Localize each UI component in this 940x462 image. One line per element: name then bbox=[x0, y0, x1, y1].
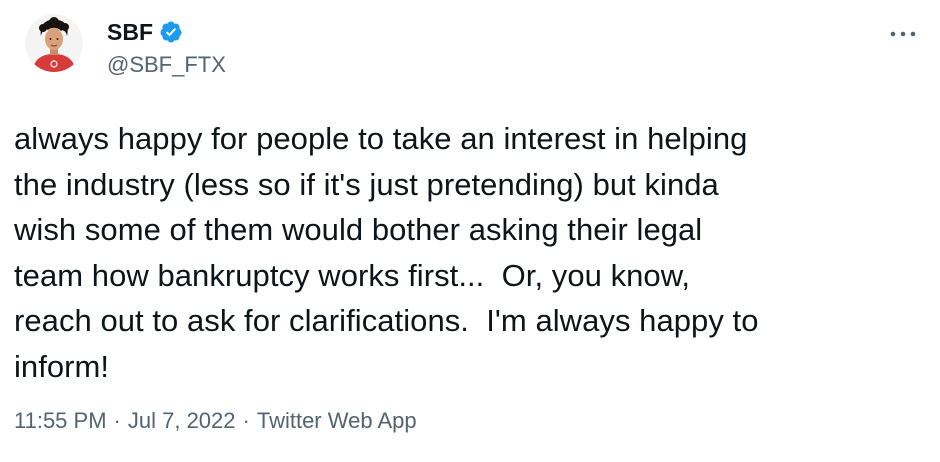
more-options-button[interactable] bbox=[888, 22, 918, 46]
profile-photo-avatar bbox=[25, 14, 83, 72]
meta-separator: · bbox=[242, 408, 250, 433]
tweet-time-link[interactable]: 11:55 PM bbox=[14, 408, 107, 434]
tweet-source-link[interactable]: Twitter Web App bbox=[257, 408, 417, 434]
tweet-date-link[interactable]: Jul 7, 2022 bbox=[128, 408, 236, 434]
user-handle[interactable]: @SBF_FTX bbox=[107, 52, 226, 78]
author-name-row: SBF bbox=[107, 17, 183, 47]
tweet-metadata: 11:55 PM · Jul 7, 2022 · Twitter Web App bbox=[14, 408, 417, 434]
verified-badge-icon bbox=[159, 20, 183, 44]
tweet-text: always happy for people to take an inter… bbox=[14, 121, 759, 384]
meta-separator: · bbox=[113, 408, 121, 433]
display-name[interactable]: SBF bbox=[107, 19, 153, 46]
avatar[interactable] bbox=[25, 14, 83, 72]
tweet-card: SBF @SBF_FTX always happy for people to … bbox=[0, 0, 940, 462]
more-options-icon bbox=[890, 31, 916, 37]
